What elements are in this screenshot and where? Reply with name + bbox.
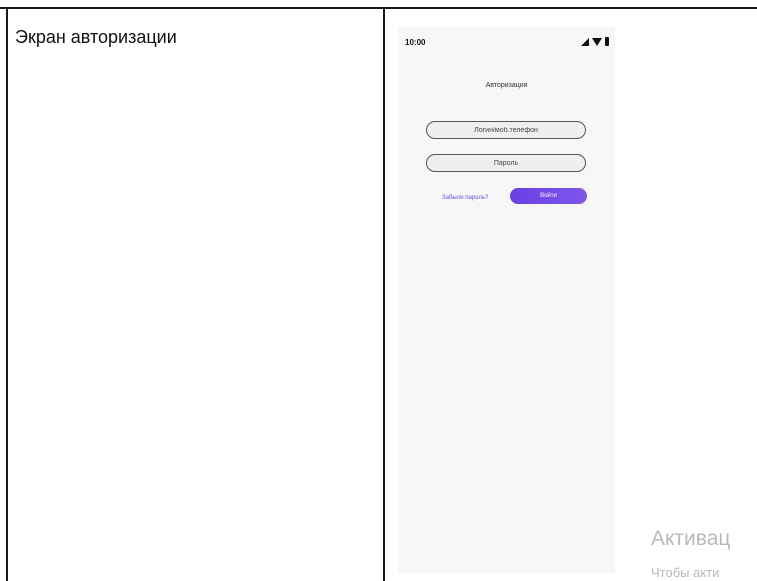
table-column-divider [383,7,385,581]
phone-screen-mockup: 10:00 Авторизация Забыли пароль? Войти [398,27,615,573]
login-input[interactable] [426,121,586,139]
signal-icon [581,37,589,46]
status-bar-time: 10:00 [405,38,426,47]
screen-title: Авторизация [485,82,528,89]
activation-watermark-subtitle: Чтобы акти [651,565,720,580]
status-bar-icons [581,37,609,46]
document-page: Экран авторизации 10:00 Авторизация Забы… [0,0,757,581]
wifi-icon [592,37,602,46]
login-button[interactable]: Войти [510,188,587,204]
table-top-border [0,7,757,9]
screen-name-label: Экран авторизации [15,27,177,47]
forgot-password-link[interactable]: Забыли пароль? [442,195,488,201]
battery-icon [605,37,609,46]
table-left-border [6,7,8,581]
password-input[interactable] [426,154,586,172]
activation-watermark-title: Активац [651,527,731,550]
